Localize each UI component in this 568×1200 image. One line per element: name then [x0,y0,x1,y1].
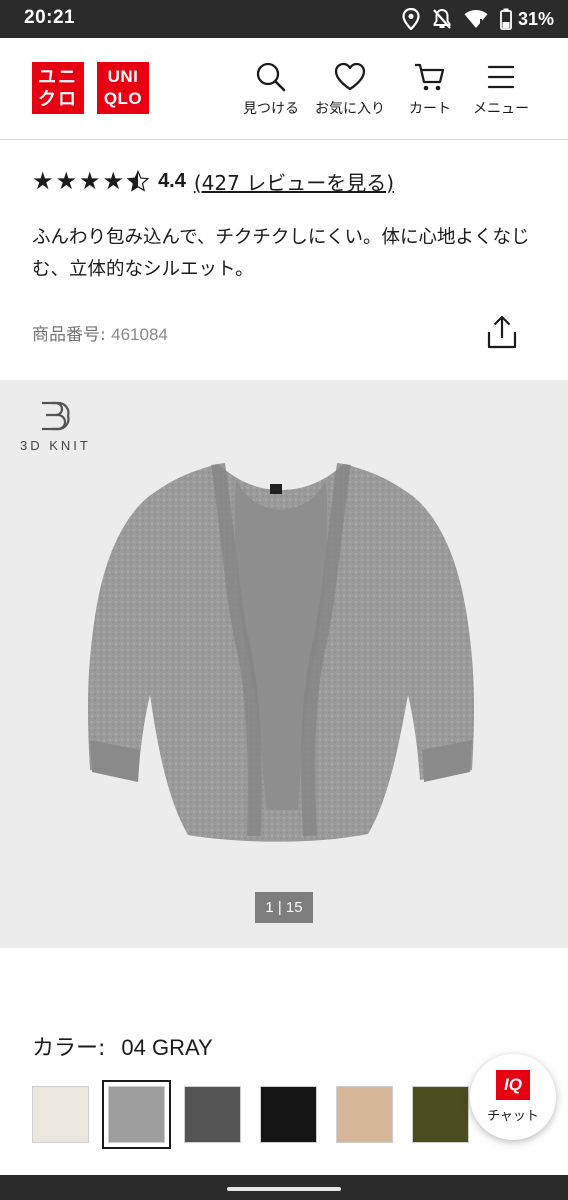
star-icon: ★ [102,167,125,195]
rating-row: ★ ★ ★ ★ 4.4 (427 レビューを見る) [32,166,394,196]
location-icon [402,8,420,30]
review-link[interactable]: (427 レビューを見る) [194,167,394,196]
app-header: ユニ クロ UNI QLO 見つける お気に入り カート メニュー [0,38,568,140]
battery-percent: 31% [517,8,554,29]
3d-knit-badge: 3D KNIT [20,398,100,453]
image-counter: 1 | 15 [255,892,313,923]
3d-knit-logo-icon [42,401,70,431]
logo-ja-top: ユニ [38,67,78,87]
nav-menu-button[interactable]: メニュー [468,60,534,118]
color-selected-value: 04 GRAY [121,1035,213,1060]
uniqlo-logo-en[interactable]: UNI QLO [97,62,149,114]
nav-favorites-button[interactable]: お気に入り [310,60,390,118]
status-bar: 20:21 31% [0,0,568,38]
product-image-gallery[interactable]: 3D KNIT 1 | 15 [0,380,568,948]
star-icon: ★ [32,167,54,195]
uniqlo-logo-ja[interactable]: ユニ クロ [32,62,84,114]
logo-en-top: UNI [107,67,139,86]
star-icon: ★ [55,167,78,195]
color-swatch[interactable] [412,1086,469,1143]
color-swatch[interactable] [32,1086,89,1143]
silent-icon [433,8,451,29]
chat-label: チャット [487,1109,539,1124]
color-swatch[interactable] [260,1086,317,1143]
nav-cart-button[interactable]: カート [400,60,460,118]
nav-menu-label: メニュー [473,101,529,117]
iq-chat-icon: IQ [496,1070,530,1100]
logo-en-bottom: QLO [103,89,143,108]
color-swatches [32,1080,488,1149]
product-id: 商品番号: 461084 [32,320,168,345]
cart-icon [415,63,445,91]
chat-button[interactable]: IQ チャット [470,1054,556,1140]
hamburger-menu-icon [487,65,515,89]
nav-favorites-label: お気に入り [315,101,385,117]
half-star-icon [126,169,150,192]
wifi-icon [464,10,488,28]
search-icon [256,62,286,92]
heart-icon [334,62,366,91]
color-label: カラー: [32,1036,106,1061]
logo-ja-bottom: クロ [38,89,78,109]
rating-value: 4.4 [158,169,186,192]
battery-icon [500,8,512,30]
share-icon[interactable] [486,314,518,350]
color-label-row: カラー: 04 GRAY [32,1030,213,1062]
color-swatch[interactable] [336,1086,393,1143]
nav-cart-label: カート [409,101,451,117]
color-swatch[interactable] [184,1086,241,1143]
nav-search-button[interactable]: 見つける [240,60,302,118]
rating-stars: ★ ★ ★ ★ [32,169,150,193]
product-image-cardigan [88,462,474,842]
star-icon: ★ [79,167,101,195]
product-id-value: 461084 [111,325,168,344]
color-swatch[interactable] [102,1080,171,1149]
status-time: 20:21 [24,7,76,28]
product-description: ふんわり包み込んで、チクチクしにくい。体に心地よくなじむ、立体的なシルエット。 [32,227,530,280]
nav-search-label: 見つける [243,101,299,117]
product-id-label: 商品番号: [32,325,112,345]
status-icons: 31% [402,6,554,32]
home-indicator[interactable] [227,1187,341,1191]
